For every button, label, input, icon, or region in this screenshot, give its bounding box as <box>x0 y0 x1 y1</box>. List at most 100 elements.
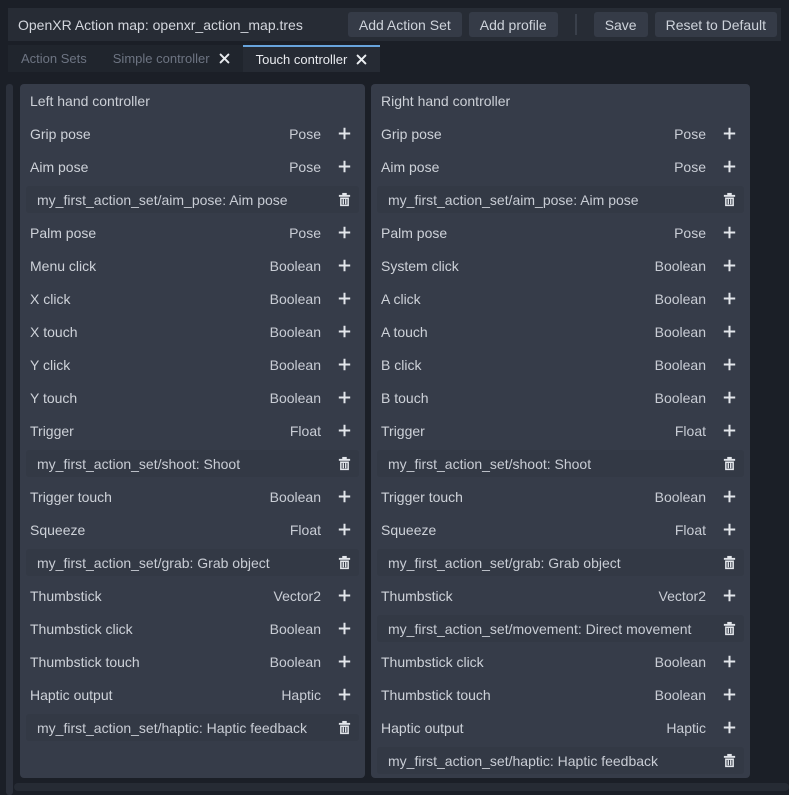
action-type: Boolean <box>270 621 321 637</box>
delete-binding-button[interactable] <box>718 750 740 772</box>
add-binding-button[interactable] <box>718 321 740 343</box>
add-binding-button[interactable] <box>333 387 355 409</box>
add-binding-button[interactable] <box>718 387 740 409</box>
delete-binding-button[interactable] <box>333 552 355 574</box>
action-row: ThumbstickVector2 <box>371 579 750 612</box>
add-binding-button[interactable] <box>333 321 355 343</box>
add-binding-button[interactable] <box>333 420 355 442</box>
action-type: Boolean <box>270 324 321 340</box>
add-binding-button[interactable] <box>718 651 740 673</box>
add-binding-button[interactable] <box>718 222 740 244</box>
add-profile-button[interactable]: Add profile <box>469 12 558 37</box>
delete-binding-button[interactable] <box>718 618 740 640</box>
plus-icon <box>722 357 737 372</box>
action-row: X touchBoolean <box>20 315 365 348</box>
action-type: Boolean <box>270 291 321 307</box>
action-label: Aim pose <box>30 159 289 175</box>
action-label: Trigger touch <box>381 489 655 505</box>
add-binding-button[interactable] <box>333 354 355 376</box>
action-row: Menu clickBoolean <box>20 249 365 282</box>
vertical-scrollbar[interactable] <box>6 84 13 795</box>
close-icon[interactable] <box>219 53 230 64</box>
binding-row: my_first_action_set/haptic: Haptic feedb… <box>371 744 750 777</box>
add-binding-button[interactable] <box>333 486 355 508</box>
delete-binding-button[interactable] <box>718 189 740 211</box>
plus-icon <box>722 390 737 405</box>
save-button[interactable]: Save <box>594 12 648 37</box>
plus-icon <box>722 687 737 702</box>
action-label: Squeeze <box>30 522 290 538</box>
action-row: Haptic outputHaptic <box>371 711 750 744</box>
action-type: Boolean <box>270 258 321 274</box>
action-label: Trigger <box>30 423 290 439</box>
action-label: Grip pose <box>30 126 289 142</box>
plus-icon <box>337 291 352 306</box>
tab-action-sets[interactable]: Action Sets <box>8 45 100 72</box>
add-binding-button[interactable] <box>333 651 355 673</box>
add-binding-button[interactable] <box>718 420 740 442</box>
panel-rows: Grip posePoseAim posePosemy_first_action… <box>371 117 750 777</box>
action-type: Boolean <box>655 357 706 373</box>
action-type: Boolean <box>655 489 706 505</box>
trash-icon <box>337 555 352 570</box>
action-label: Trigger touch <box>30 489 270 505</box>
action-type: Boolean <box>655 687 706 703</box>
action-label: B touch <box>381 390 655 406</box>
trash-icon <box>722 753 737 768</box>
delete-binding-button[interactable] <box>333 453 355 475</box>
add-binding-button[interactable] <box>333 519 355 541</box>
action-type: Boolean <box>655 258 706 274</box>
plus-icon <box>722 522 737 537</box>
add-binding-button[interactable] <box>718 156 740 178</box>
add-binding-button[interactable] <box>333 255 355 277</box>
add-binding-button[interactable] <box>718 486 740 508</box>
add-binding-button[interactable] <box>718 585 740 607</box>
delete-binding-button[interactable] <box>333 189 355 211</box>
add-binding-button[interactable] <box>718 354 740 376</box>
delete-binding-button[interactable] <box>718 552 740 574</box>
action-row: Grip posePose <box>20 117 365 150</box>
action-row: Grip posePose <box>371 117 750 150</box>
add-binding-button[interactable] <box>333 123 355 145</box>
add-binding-button[interactable] <box>333 156 355 178</box>
plus-icon <box>337 258 352 273</box>
plus-icon <box>337 159 352 174</box>
trash-icon <box>337 192 352 207</box>
action-type: Boolean <box>655 654 706 670</box>
add-binding-button[interactable] <box>333 585 355 607</box>
binding-label: my_first_action_set/shoot: Shoot <box>37 456 333 472</box>
delete-binding-button[interactable] <box>718 453 740 475</box>
action-type: Boolean <box>655 291 706 307</box>
tab-touch-controller[interactable]: Touch controller <box>243 45 381 72</box>
add-action-set-button[interactable]: Add Action Set <box>348 12 462 37</box>
add-binding-button[interactable] <box>333 618 355 640</box>
delete-binding-button[interactable] <box>333 717 355 739</box>
binding-row: my_first_action_set/grab: Grab object <box>20 546 365 579</box>
add-binding-button[interactable] <box>333 222 355 244</box>
header-bar: OpenXR Action map: openxr_action_map.tre… <box>8 8 781 41</box>
close-icon[interactable] <box>356 54 367 65</box>
action-type: Pose <box>674 159 706 175</box>
tab-label: Action Sets <box>21 51 87 66</box>
add-binding-button[interactable] <box>718 717 740 739</box>
action-type: Float <box>290 423 321 439</box>
reset-to-default-button[interactable]: Reset to Default <box>655 12 777 37</box>
action-row: Haptic outputHaptic <box>20 678 365 711</box>
add-binding-button[interactable] <box>718 684 740 706</box>
tab-simple-controller[interactable]: Simple controller <box>100 45 243 72</box>
action-row: SqueezeFloat <box>20 513 365 546</box>
binding-label: my_first_action_set/movement: Direct mov… <box>388 621 718 637</box>
add-binding-button[interactable] <box>718 519 740 541</box>
add-binding-button[interactable] <box>718 288 740 310</box>
add-binding-button[interactable] <box>718 255 740 277</box>
horizontal-scrollbar[interactable] <box>14 783 789 791</box>
binding-row: my_first_action_set/haptic: Haptic feedb… <box>20 711 365 744</box>
trash-icon <box>337 456 352 471</box>
action-row: X clickBoolean <box>20 282 365 315</box>
add-binding-button[interactable] <box>718 123 740 145</box>
action-type: Boolean <box>270 390 321 406</box>
add-binding-button[interactable] <box>333 684 355 706</box>
add-binding-button[interactable] <box>333 288 355 310</box>
action-row: Thumbstick clickBoolean <box>20 612 365 645</box>
plus-icon <box>337 126 352 141</box>
